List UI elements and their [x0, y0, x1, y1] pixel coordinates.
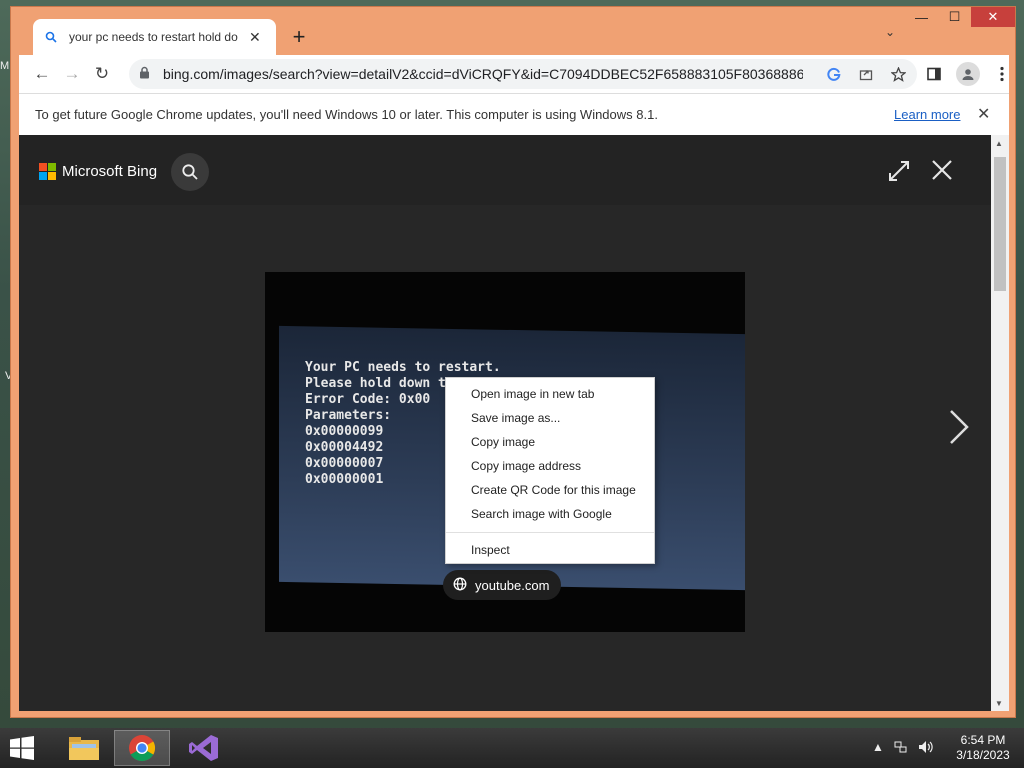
search-button[interactable] [171, 153, 209, 191]
image-source-text: youtube.com [475, 577, 550, 593]
taskbar-clock[interactable]: 6:54 PM 3/18/2023 [948, 733, 1018, 763]
profile-icon[interactable] [953, 59, 983, 89]
tab-strip: your pc needs to restart hold do ✕ + ⌄ [19, 7, 1009, 55]
start-button[interactable] [8, 736, 38, 760]
image-context-menu: Open image in new tab Save image as... C… [445, 377, 655, 564]
folder-icon [69, 737, 99, 760]
menu-item-save-image[interactable]: Save image as... [446, 406, 654, 430]
menu-item-search-image-google[interactable]: Search image with Google [446, 502, 654, 526]
bing-logo[interactable]: Microsoft Bing [39, 163, 157, 180]
tab-search-button[interactable]: ⌄ [885, 25, 895, 39]
system-tray: ▲ [872, 740, 934, 757]
avatar [956, 62, 980, 86]
bookmark-star-icon[interactable] [887, 63, 909, 85]
file-explorer-button[interactable] [56, 730, 112, 766]
clock-date: 3/18/2023 [956, 748, 1010, 762]
visual-studio-button[interactable] [176, 730, 232, 766]
learn-more-link[interactable]: Learn more [894, 107, 960, 122]
viewer-header: Microsoft Bing [19, 135, 991, 205]
clock-time: 6:54 PM [960, 733, 1006, 747]
menu-item-open-image-new-tab[interactable]: Open image in new tab [446, 382, 654, 406]
back-button[interactable]: ← [27, 59, 57, 89]
globe-icon [453, 577, 467, 594]
bing-logo-text: Microsoft Bing [62, 163, 158, 180]
scrollbar-thumb[interactable] [994, 157, 1006, 291]
chrome-icon [129, 735, 156, 762]
image-source-pill[interactable]: youtube.com [443, 570, 562, 600]
infobar-message: To get future Google Chrome updates, you… [35, 107, 658, 122]
update-infobar: To get future Google Chrome updates, you… [19, 93, 1009, 135]
show-hidden-icons-icon[interactable]: ▲ [872, 740, 884, 757]
chrome-window: — ☐ ✕ your pc needs to restart hold do ✕… [10, 6, 1016, 718]
menu-item-copy-image[interactable]: Copy image [446, 430, 654, 454]
omnibox-icons [823, 63, 909, 85]
tab-close-icon[interactable]: ✕ [249, 29, 261, 46]
menu-icon[interactable] [987, 59, 1017, 89]
next-image-arrow-icon[interactable] [947, 407, 971, 457]
share-icon[interactable] [855, 63, 877, 85]
windows-logo-icon [10, 736, 34, 760]
chrome-taskbar-button[interactable] [114, 730, 170, 766]
reload-button[interactable]: ↻ [87, 59, 117, 89]
network-icon[interactable] [894, 740, 908, 757]
menu-item-create-qr-code[interactable]: Create QR Code for this image [446, 478, 654, 502]
volume-icon[interactable] [918, 740, 934, 757]
scroll-up-icon[interactable]: ▲ [995, 139, 1003, 148]
forward-button[interactable]: → [57, 59, 87, 89]
search-icon [182, 164, 198, 180]
menu-item-inspect[interactable]: Inspect [446, 538, 654, 562]
browser-tab[interactable]: your pc needs to restart hold do ✕ [33, 19, 276, 55]
tab-title: your pc needs to restart hold do [69, 30, 238, 44]
infobar-close-icon[interactable]: ✕ [977, 104, 990, 124]
expand-icon[interactable] [887, 159, 911, 190]
microsoft-logo-icon [39, 163, 56, 180]
taskbar: ▲ 6:54 PM 3/18/2023 [0, 728, 1024, 768]
lock-icon[interactable] [139, 66, 153, 82]
new-tab-button[interactable]: + [287, 24, 311, 49]
desktop-icon-label: M [0, 60, 10, 72]
page-scrollbar[interactable]: ▲ ▼ [991, 135, 1009, 711]
browser-toolbar: ← → ↻ bing.com/images/search?view=detail… [19, 55, 1009, 93]
menu-separator [446, 532, 654, 533]
address-bar[interactable]: bing.com/images/search?view=detailV2&cci… [129, 59, 917, 89]
toolbar-right-icons [919, 59, 1017, 89]
url-text[interactable]: bing.com/images/search?view=detailV2&cci… [163, 66, 803, 82]
visual-studio-icon [189, 735, 218, 761]
side-panel-icon[interactable] [919, 59, 949, 89]
search-favicon-icon [43, 29, 59, 45]
google-lens-icon[interactable] [823, 63, 845, 85]
close-viewer-icon[interactable] [931, 155, 953, 189]
scroll-down-icon[interactable]: ▼ [995, 699, 1003, 708]
menu-item-copy-image-address[interactable]: Copy image address [446, 454, 654, 478]
